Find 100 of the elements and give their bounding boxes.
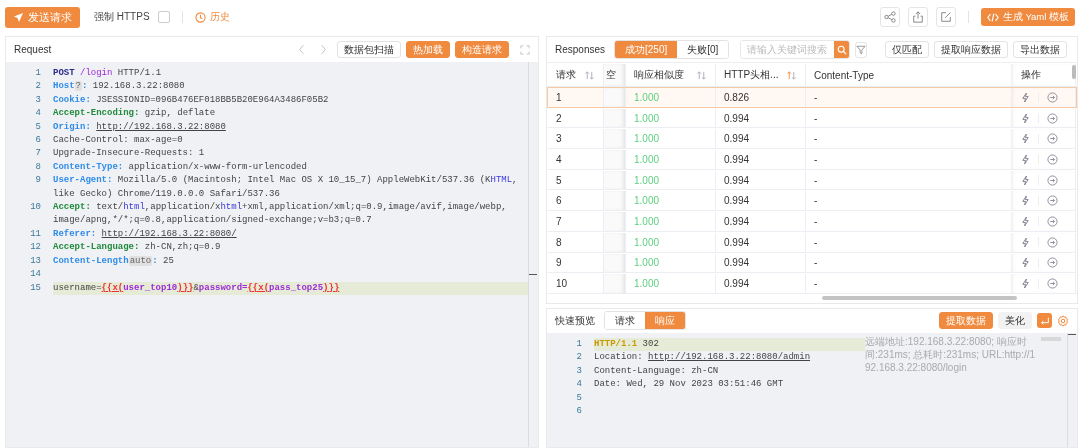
- arrow-circle-icon[interactable]: [1047, 236, 1058, 248]
- arrow-circle-icon[interactable]: [1047, 112, 1058, 124]
- lightning-icon[interactable]: [1021, 174, 1030, 186]
- sort-icon[interactable]: [786, 70, 797, 80]
- table-cell: -: [814, 174, 818, 186]
- search-field[interactable]: 请输入关键词搜索: [740, 40, 851, 59]
- lightning-icon[interactable]: [1021, 153, 1030, 165]
- table-cell: 6: [556, 195, 562, 207]
- line-number: 13: [29, 254, 42, 268]
- table-row[interactable]: 1 1.000 0.826 -: [547, 87, 1077, 108]
- lightning-icon[interactable]: [1021, 236, 1030, 248]
- lightning-icon[interactable]: [1021, 133, 1030, 145]
- column-header[interactable]: 响应相似度: [634, 68, 684, 82]
- table-cell: -: [814, 133, 818, 145]
- code-line: Location: http://192.168.3.22:8080/admin: [594, 351, 812, 365]
- table-cell: 5: [556, 174, 562, 186]
- arrow-circle-icon[interactable]: [1047, 91, 1058, 103]
- table-cell: 4: [556, 153, 562, 165]
- arrow-circle-icon[interactable]: [1047, 215, 1058, 227]
- table-row[interactable]: 9 1.000 0.994 -: [547, 252, 1077, 274]
- column-header[interactable]: HTTP头相...: [724, 68, 779, 82]
- line-number: 14: [29, 268, 42, 282]
- table-cell: 1.000: [634, 133, 660, 145]
- table-cell: 9: [556, 257, 562, 269]
- table-cell: 3: [556, 133, 562, 145]
- filter-button[interactable]: [855, 41, 868, 58]
- table-cell: 10: [556, 278, 568, 290]
- table-cell: 2: [556, 112, 562, 124]
- scrollbar-thumb[interactable]: [822, 295, 1017, 300]
- lightning-icon[interactable]: [1021, 195, 1030, 207]
- share-icon: [883, 11, 896, 23]
- back-icon[interactable]: [298, 44, 305, 55]
- code-line: Host?: 192.168.3.22:8080: [53, 80, 186, 94]
- table-cell: 1.000: [634, 174, 660, 186]
- table-cell: 0.994: [724, 257, 750, 269]
- lightning-icon[interactable]: [1021, 278, 1030, 290]
- toolbar-button[interactable]: 仅匹配: [885, 41, 930, 58]
- code-line: Content-Language: zh-CN: [594, 364, 720, 378]
- wrap-button[interactable]: [1037, 313, 1052, 329]
- lightning-icon[interactable]: [1021, 112, 1030, 124]
- table-row[interactable]: 8 1.000 0.994 -: [547, 231, 1077, 253]
- export-button[interactable]: [907, 7, 928, 27]
- code-line: POST /login HTTP/1.1: [53, 67, 163, 80]
- paper-plane-icon: [13, 11, 24, 23]
- table-row[interactable]: 5 1.000 0.994 -: [547, 169, 1077, 191]
- clock-icon: [194, 11, 206, 23]
- settings-icon[interactable]: [1057, 314, 1069, 327]
- table-row[interactable]: 6 1.000 0.994 -: [547, 190, 1077, 212]
- table-cell: 0.994: [724, 236, 750, 248]
- arrow-circle-icon[interactable]: [1047, 174, 1058, 186]
- table-cell: 0.994: [724, 278, 750, 290]
- table-cell: 0.994: [724, 153, 750, 165]
- arrow-circle-icon[interactable]: [1047, 133, 1058, 145]
- minimap: [1041, 336, 1061, 341]
- toolbar-button[interactable]: 数据包扫描: [337, 41, 401, 58]
- line-number: 8: [34, 160, 42, 174]
- share-button[interactable]: [879, 7, 900, 27]
- toolbar-button[interactable]: 美化: [998, 312, 1032, 330]
- table-cell: -: [814, 215, 818, 227]
- lightning-icon[interactable]: [1021, 91, 1030, 103]
- code-icon: [986, 12, 999, 22]
- code-line: Content-Length auto: 25: [53, 254, 175, 268]
- edit-button[interactable]: [935, 7, 956, 27]
- arrow-circle-icon[interactable]: [1047, 153, 1058, 165]
- code-line: Accept-Language: zh-CN,zh;q=0.9: [53, 241, 222, 255]
- lightning-icon[interactable]: [1021, 215, 1030, 227]
- table-cell: 1.000: [634, 257, 660, 269]
- table-row[interactable]: 4 1.000 0.994 -: [547, 149, 1077, 170]
- column-header[interactable]: 请求: [556, 68, 576, 82]
- column-header[interactable]: 操作: [1021, 68, 1041, 82]
- force-https-checkbox[interactable]: [157, 11, 170, 23]
- lightning-icon[interactable]: [1021, 257, 1030, 269]
- line-number: 1: [34, 67, 42, 80]
- table-row[interactable]: 7 1.000 0.994 -: [547, 211, 1077, 232]
- table-row[interactable]: 3 1.000 0.994 -: [547, 128, 1077, 150]
- table-row[interactable]: 2 1.000 0.994 -: [547, 107, 1077, 129]
- forward-icon[interactable]: [320, 44, 327, 55]
- line-number: 5: [34, 120, 42, 134]
- toolbar-button[interactable]: 导出数据: [1013, 41, 1068, 58]
- table-cell: -: [814, 112, 818, 124]
- panel-title: Responses: [555, 44, 606, 55]
- table-cell: 7: [556, 215, 562, 227]
- table-cell: 1.000: [634, 215, 660, 227]
- column-header[interactable]: Content-Type: [814, 69, 875, 81]
- sort-icon[interactable]: [584, 70, 595, 80]
- toolbar-button[interactable]: 提取响应数据: [934, 41, 1009, 58]
- code-line: Cache-Control: max-age=0: [53, 134, 184, 148]
- code-line: Origin: http://192.168.3.22:8080: [53, 120, 227, 134]
- line-number: 6: [34, 134, 42, 148]
- sort-icon[interactable]: [696, 70, 707, 80]
- arrow-circle-icon[interactable]: [1047, 257, 1058, 269]
- arrow-circle-icon[interactable]: [1047, 278, 1058, 290]
- line-number: 12: [29, 241, 42, 255]
- scrollbar-thumb[interactable]: [1072, 65, 1076, 79]
- table-cell: 1.000: [634, 91, 660, 103]
- search-icon[interactable]: [836, 44, 847, 55]
- line-number: 9: [34, 174, 42, 188]
- table-row[interactable]: 10 1.000 0.994 -: [547, 273, 1077, 294]
- line-number: 2: [575, 351, 583, 365]
- arrow-circle-icon[interactable]: [1047, 195, 1058, 207]
